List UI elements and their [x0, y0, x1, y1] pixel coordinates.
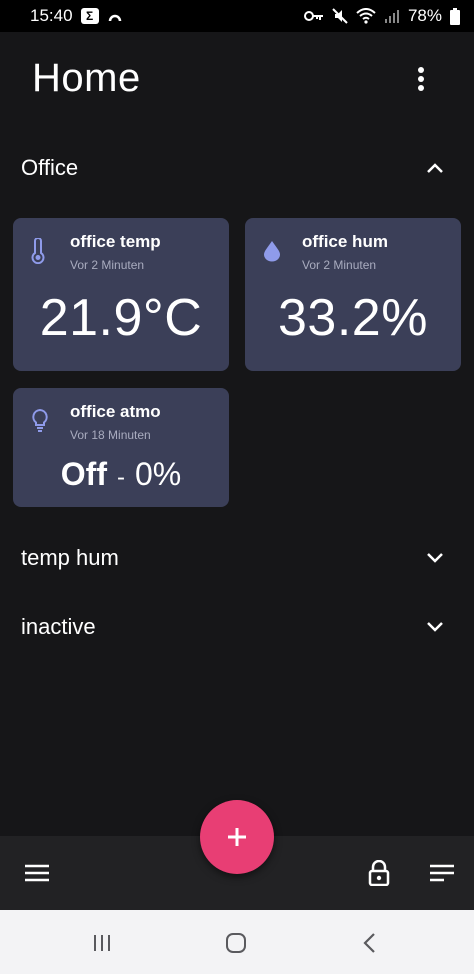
power-state: Off — [60, 456, 107, 492]
add-button[interactable] — [200, 800, 274, 874]
card-title: office temp — [70, 232, 161, 251]
water-drop-icon — [263, 240, 281, 267]
device-card-office-atmo[interactable]: office atmo Vor 18 Minuten Off -0% — [13, 388, 229, 507]
card-timestamp: Vor 2 Minuten — [70, 258, 145, 272]
section-header-inactive[interactable]: inactive — [0, 599, 474, 655]
app-screen: 15:40 Σ 78% Home Office office temp Vor … — [0, 0, 474, 974]
chevron-down-icon — [427, 622, 443, 632]
hamburger-menu-icon — [25, 864, 49, 882]
value-separator: - — [116, 464, 125, 491]
recents-button[interactable] — [87, 928, 117, 958]
back-button[interactable] — [354, 928, 384, 958]
arc-app-icon — [107, 8, 123, 24]
mute-icon — [332, 8, 348, 24]
battery-percent: 78% — [407, 6, 442, 25]
card-timestamp: Vor 18 Minuten — [70, 428, 151, 442]
device-card-office-temp[interactable]: office temp Vor 2 Minuten 21.9°C — [13, 218, 229, 371]
sigma-app-icon: Σ — [80, 8, 99, 24]
section-header-office[interactable]: Office — [0, 140, 474, 196]
status-time: 15:40 — [30, 6, 73, 25]
status-bar-left: 15:40 Σ — [30, 6, 123, 26]
card-value: 33.2% — [278, 289, 428, 347]
section-label: temp hum — [21, 545, 119, 570]
brightness-level: 0% — [134, 456, 182, 492]
more-vert-icon — [418, 67, 424, 91]
battery-icon — [450, 7, 460, 25]
lock-icon — [368, 860, 390, 886]
section-header-temp-hum[interactable]: temp hum — [0, 530, 474, 586]
thermometer-icon — [31, 237, 45, 269]
section-label: inactive — [21, 614, 96, 639]
key-icon — [303, 10, 324, 22]
chevron-up-icon — [427, 163, 443, 173]
lightbulb-icon — [31, 408, 49, 437]
system-navigation-bar — [0, 910, 474, 974]
chevron-down-icon — [427, 553, 443, 563]
page-title: Home — [32, 56, 141, 100]
home-icon — [226, 933, 246, 953]
card-title: office hum — [302, 232, 388, 251]
sort-button[interactable] — [425, 856, 459, 890]
card-value: Off -0% — [13, 456, 229, 493]
device-card-office-hum[interactable]: office hum Vor 2 Minuten 33.2% — [245, 218, 461, 371]
home-button[interactable] — [221, 928, 251, 958]
wifi-icon — [356, 8, 376, 24]
signal-icon — [384, 8, 400, 24]
more-options-button[interactable] — [404, 62, 438, 96]
status-bar-right: 78% — [303, 6, 460, 26]
lock-button[interactable] — [362, 856, 396, 890]
status-bar: 15:40 Σ 78% — [0, 0, 474, 32]
card-value: 21.9°C — [39, 289, 203, 347]
card-timestamp: Vor 2 Minuten — [302, 258, 377, 272]
plus-icon — [228, 828, 246, 846]
section-label: Office — [21, 155, 79, 180]
sort-icon — [430, 864, 454, 882]
recents-icon — [94, 935, 110, 951]
menu-button[interactable] — [20, 856, 54, 890]
back-icon — [363, 933, 375, 953]
card-title: office atmo — [70, 402, 161, 421]
